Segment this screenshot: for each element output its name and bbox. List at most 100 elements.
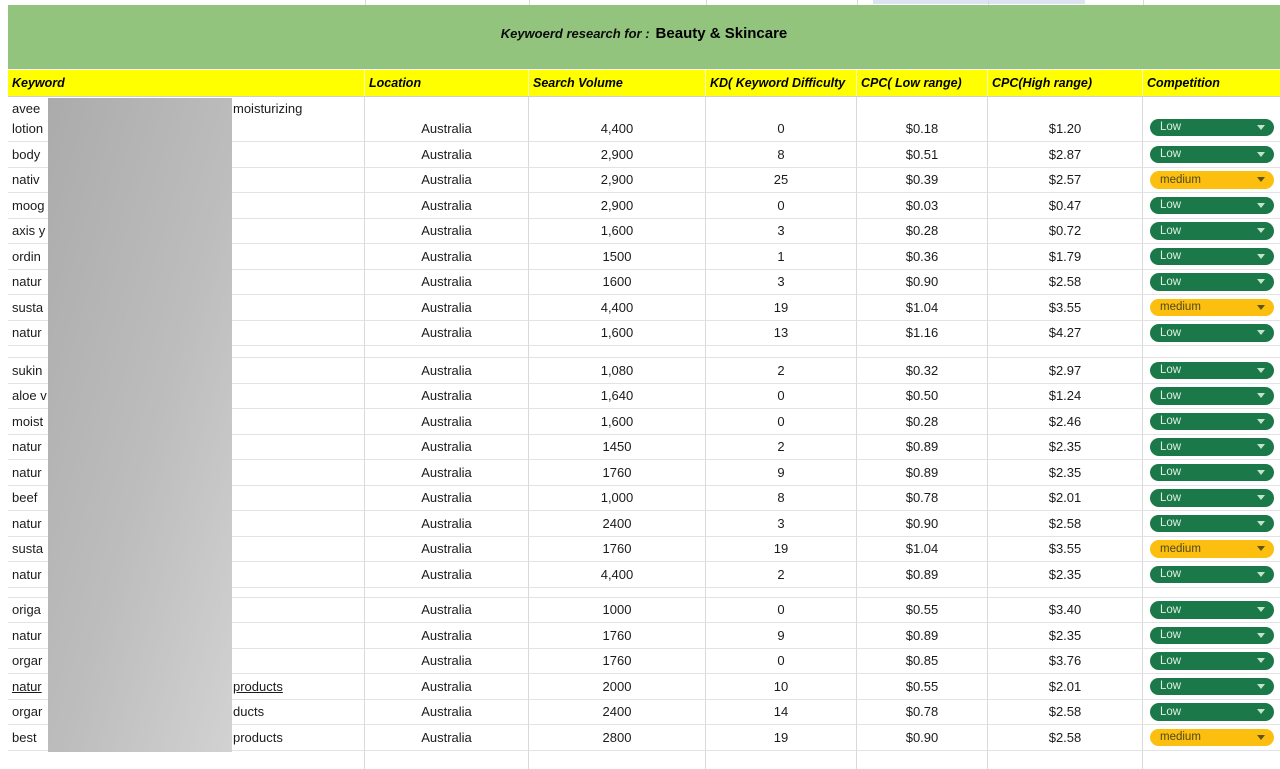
cell-cpc-high[interactable]: $0.72 [988, 219, 1143, 245]
cell-search-volume[interactable]: 1000 [529, 598, 706, 624]
competition-dropdown-chip[interactable]: Low [1150, 197, 1274, 215]
cell-search-volume[interactable]: 2800 [529, 725, 706, 751]
competition-dropdown-chip[interactable]: Low [1150, 703, 1274, 721]
cell-kd[interactable]: 0 [706, 193, 857, 219]
cell-search-volume[interactable]: 4,400 [529, 97, 706, 142]
cell-location[interactable]: Australia [365, 486, 529, 512]
empty-cell[interactable] [857, 346, 988, 358]
cell-search-volume[interactable]: 2,900 [529, 142, 706, 168]
cell-cpc-high[interactable]: $2.01 [988, 486, 1143, 512]
cell-search-volume[interactable]: 1,000 [529, 486, 706, 512]
cell-cpc-high[interactable]: $2.58 [988, 700, 1143, 726]
cell-cpc-low[interactable]: $0.32 [857, 358, 988, 384]
column-header-cpc-low[interactable]: CPC( Low range) [857, 70, 988, 96]
empty-cell[interactable] [365, 751, 529, 769]
cell-location[interactable]: Australia [365, 623, 529, 649]
cell-search-volume[interactable]: 2,900 [529, 168, 706, 194]
cell-cpc-low[interactable]: $0.78 [857, 700, 988, 726]
cell-search-volume[interactable]: 2,900 [529, 193, 706, 219]
cell-kd[interactable]: 8 [706, 142, 857, 168]
column-header-keyword[interactable]: Keyword [8, 70, 365, 96]
cell-location[interactable]: Australia [365, 168, 529, 194]
empty-cell[interactable] [8, 751, 365, 769]
cell-location[interactable]: Australia [365, 384, 529, 410]
cell-competition[interactable]: Low [1143, 486, 1280, 512]
cell-cpc-low[interactable]: $0.55 [857, 674, 988, 700]
cell-cpc-high[interactable]: $1.24 [988, 384, 1143, 410]
column-header-search-volume[interactable]: Search Volume [529, 70, 706, 96]
empty-cell[interactable] [857, 751, 988, 769]
cell-search-volume[interactable]: 1500 [529, 244, 706, 270]
cell-cpc-high[interactable]: $2.57 [988, 168, 1143, 194]
cell-cpc-low[interactable]: $0.39 [857, 168, 988, 194]
competition-dropdown-chip[interactable]: Low [1150, 464, 1274, 482]
cell-competition[interactable]: Low [1143, 270, 1280, 296]
cell-cpc-low[interactable]: $0.89 [857, 623, 988, 649]
cell-location[interactable]: Australia [365, 295, 529, 321]
cell-location[interactable]: Australia [365, 562, 529, 588]
empty-cell[interactable] [1143, 346, 1280, 358]
competition-dropdown-chip[interactable]: Low [1150, 627, 1274, 645]
cell-kd[interactable]: 3 [706, 270, 857, 296]
cell-competition[interactable]: Low [1143, 674, 1280, 700]
empty-cell[interactable] [365, 588, 529, 598]
cell-competition[interactable]: Low [1143, 562, 1280, 588]
cell-location[interactable]: Australia [365, 142, 529, 168]
cell-location[interactable]: Australia [365, 219, 529, 245]
cell-competition[interactable]: Low [1143, 384, 1280, 410]
competition-dropdown-chip[interactable]: Low [1150, 222, 1274, 240]
cell-cpc-high[interactable]: $2.58 [988, 270, 1143, 296]
cell-competition[interactable]: Low [1143, 244, 1280, 270]
empty-cell[interactable] [529, 588, 706, 598]
competition-dropdown-chip[interactable]: Low [1150, 362, 1274, 380]
cell-cpc-low[interactable]: $0.36 [857, 244, 988, 270]
cell-kd[interactable]: 19 [706, 295, 857, 321]
cell-cpc-high[interactable]: $2.35 [988, 623, 1143, 649]
competition-dropdown-chip[interactable]: Low [1150, 438, 1274, 456]
cell-cpc-high[interactable]: $0.47 [988, 193, 1143, 219]
competition-dropdown-chip[interactable]: Low [1150, 678, 1274, 696]
cell-competition[interactable]: Low [1143, 623, 1280, 649]
cell-cpc-high[interactable]: $4.27 [988, 321, 1143, 347]
cell-cpc-high[interactable]: $2.58 [988, 511, 1143, 537]
cell-location[interactable]: Australia [365, 725, 529, 751]
cell-competition[interactable]: medium [1143, 537, 1280, 563]
column-header-cpc-high[interactable]: CPC(High range) [988, 70, 1143, 96]
cell-cpc-low[interactable]: $1.04 [857, 537, 988, 563]
cell-competition[interactable]: Low [1143, 409, 1280, 435]
cell-search-volume[interactable]: 2400 [529, 511, 706, 537]
competition-dropdown-chip[interactable]: Low [1150, 489, 1274, 507]
cell-cpc-low[interactable]: $0.90 [857, 511, 988, 537]
cell-search-volume[interactable]: 2400 [529, 700, 706, 726]
cell-kd[interactable]: 13 [706, 321, 857, 347]
empty-cell[interactable] [988, 346, 1143, 358]
competition-dropdown-chip[interactable]: medium [1150, 171, 1274, 189]
cell-cpc-low[interactable]: $0.89 [857, 460, 988, 486]
competition-dropdown-chip[interactable]: Low [1150, 248, 1274, 266]
cell-kd[interactable]: 0 [706, 409, 857, 435]
cell-search-volume[interactable]: 1600 [529, 270, 706, 296]
cell-competition[interactable]: Low [1143, 219, 1280, 245]
cell-cpc-high[interactable]: $1.79 [988, 244, 1143, 270]
cell-cpc-low[interactable]: $1.04 [857, 295, 988, 321]
cell-kd[interactable]: 14 [706, 700, 857, 726]
cell-kd[interactable]: 0 [706, 649, 857, 675]
cell-competition[interactable]: medium [1143, 295, 1280, 321]
cell-competition[interactable]: Low [1143, 649, 1280, 675]
cell-search-volume[interactable]: 1760 [529, 649, 706, 675]
cell-kd[interactable]: 2 [706, 435, 857, 461]
cell-cpc-high[interactable]: $3.76 [988, 649, 1143, 675]
cell-kd[interactable]: 19 [706, 537, 857, 563]
competition-dropdown-chip[interactable]: Low [1150, 652, 1274, 670]
cell-competition[interactable]: Low [1143, 700, 1280, 726]
cell-cpc-high[interactable]: $3.40 [988, 598, 1143, 624]
cell-search-volume[interactable]: 4,400 [529, 295, 706, 321]
cell-location[interactable]: Australia [365, 435, 529, 461]
cell-kd[interactable]: 2 [706, 358, 857, 384]
cell-cpc-low[interactable]: $0.51 [857, 142, 988, 168]
cell-location[interactable]: Australia [365, 321, 529, 347]
empty-cell[interactable] [529, 346, 706, 358]
cell-cpc-high[interactable]: $2.46 [988, 409, 1143, 435]
cell-competition[interactable]: Low [1143, 598, 1280, 624]
empty-cell[interactable] [706, 346, 857, 358]
